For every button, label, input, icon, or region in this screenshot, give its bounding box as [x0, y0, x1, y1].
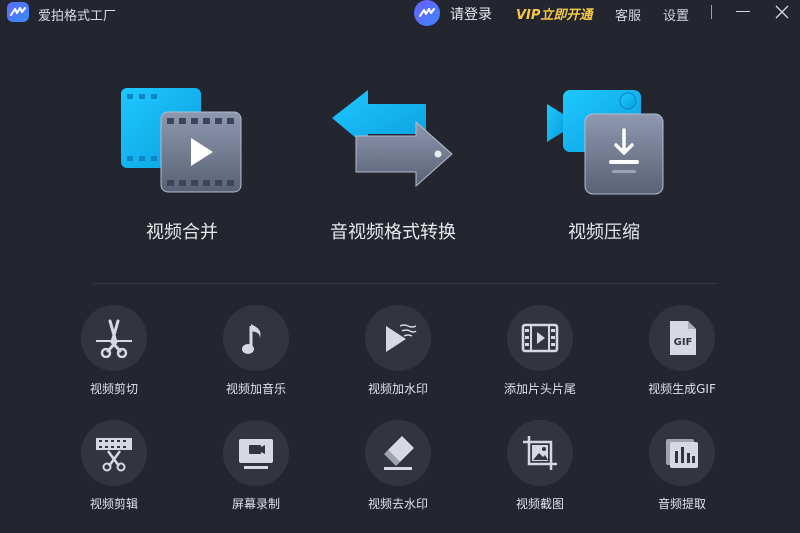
scissors-icon: [96, 319, 132, 358]
tool-label: 屏幕录制: [231, 497, 280, 511]
audio-wave-icon: [666, 439, 698, 468]
titlebar-divider: [711, 5, 712, 19]
user-avatar-icon[interactable]: [414, 0, 440, 26]
minimize-button[interactable]: [733, 2, 753, 22]
video-merge-card[interactable]: 视频合并: [72, 84, 292, 244]
film-scissors-icon: [96, 438, 132, 472]
app-logo-icon: [7, 2, 29, 22]
close-button[interactable]: [772, 2, 792, 22]
format-convert-icon: [332, 90, 453, 188]
tool-add-music[interactable]: 视频加音乐: [196, 305, 316, 397]
tool-make-gif[interactable]: GIF 视频生成GIF: [622, 305, 742, 397]
tool-label: 视频加音乐: [225, 382, 286, 396]
video-compress-label: 视频压缩: [568, 222, 640, 243]
video-compress-icon: [547, 90, 664, 195]
tool-video-cut[interactable]: 视频剪切: [54, 305, 174, 397]
customer-service-link[interactable]: 客服: [615, 5, 641, 24]
login-link[interactable]: 请登录: [450, 4, 492, 24]
format-convert-label: 音视频格式转换: [330, 222, 456, 243]
tool-icon-circle: [649, 420, 715, 486]
tool-icon-circle: [507, 420, 573, 486]
film-strip-icon: [521, 323, 559, 353]
tool-add-watermark[interactable]: 视频加水印: [338, 305, 458, 397]
tool-label: 视频去水印: [367, 497, 428, 511]
tool-icon-circle: [223, 420, 289, 486]
tool-label: 视频剪切: [89, 382, 138, 396]
close-icon: [775, 5, 789, 19]
watermark-play-icon: [386, 324, 417, 352]
section-divider: [92, 283, 717, 284]
tool-video-edit[interactable]: 视频剪辑: [54, 420, 174, 512]
tool-icon-circle: GIF: [649, 305, 715, 371]
tool-label: 视频截图: [515, 497, 564, 511]
app-title: 爱拍格式工厂: [38, 9, 117, 24]
tool-remove-watermark[interactable]: 视频去水印: [338, 420, 458, 512]
tool-label: 添加片头片尾: [503, 382, 576, 396]
eraser-icon: [384, 436, 414, 470]
tool-screen-record[interactable]: 屏幕录制: [196, 420, 316, 512]
image-crop-icon: [523, 436, 557, 470]
music-note-icon: [242, 324, 261, 354]
gif-file-icon: GIF: [670, 321, 696, 355]
tool-label: 视频剪辑: [89, 497, 138, 511]
video-merge-icon: [121, 88, 242, 193]
tool-icon-circle: [81, 305, 147, 371]
video-merge-label: 视频合并: [146, 222, 218, 243]
tool-icon-circle: [81, 420, 147, 486]
gif-badge-text: GIF: [674, 337, 693, 348]
format-convert-card[interactable]: 音视频格式转换: [283, 84, 503, 244]
tool-icon-circle: [507, 305, 573, 371]
tool-audio-extract[interactable]: 音频提取: [622, 420, 742, 512]
tool-intro-outro[interactable]: 添加片头片尾: [480, 305, 600, 397]
tool-label: 视频加水印: [367, 382, 428, 396]
tool-video-screenshot[interactable]: 视频截图: [480, 420, 600, 512]
tool-icon-circle: [365, 305, 431, 371]
settings-link[interactable]: 设置: [663, 5, 689, 24]
screen-record-icon: [239, 439, 273, 469]
title-bar: 爱拍格式工厂 请登录 VIP立即开通 客服 设置: [0, 0, 800, 26]
video-compress-card[interactable]: 视频压缩: [494, 84, 714, 244]
tool-icon-circle: [365, 420, 431, 486]
tool-label: 音频提取: [657, 497, 706, 511]
vip-activate-link[interactable]: VIP立即开通: [516, 4, 592, 23]
tool-icon-circle: [223, 305, 289, 371]
tool-label: 视频生成GIF: [648, 382, 716, 396]
